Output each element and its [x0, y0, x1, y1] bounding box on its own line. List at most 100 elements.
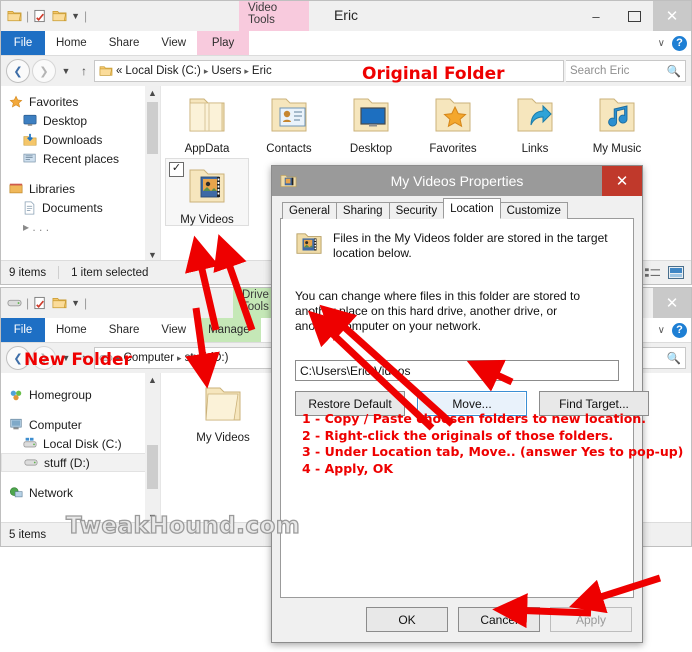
- search-icon[interactable]: 🔍: [667, 64, 681, 78]
- properties-icon[interactable]: [33, 296, 48, 310]
- breadcrumb-separator[interactable]: ▸: [244, 66, 249, 77]
- tab-file[interactable]: File: [1, 318, 45, 342]
- view-buttons-top[interactable]: [643, 264, 685, 281]
- tab-location[interactable]: Location: [443, 198, 501, 219]
- breadcrumb-separator[interactable]: ▸: [177, 353, 182, 364]
- cancel-button[interactable]: Cancel: [458, 607, 540, 632]
- nav-pane-scrollbar-bottom[interactable]: ▲ ▼: [145, 373, 160, 524]
- tab-home[interactable]: Home: [45, 318, 98, 342]
- nav-item-computer[interactable]: Computer: [1, 415, 160, 434]
- help-icon[interactable]: ?: [672, 322, 687, 338]
- nav-item-local-disk-c[interactable]: Local Disk (C:): [1, 434, 160, 453]
- ribbon-right-controls-bottom[interactable]: ∨ ?: [658, 318, 687, 342]
- tab-security[interactable]: Security: [388, 202, 445, 219]
- nav-item-desktop[interactable]: Desktop: [1, 111, 160, 130]
- breadcrumb-item-stuff-d[interactable]: stuff (D:): [185, 352, 229, 364]
- tab-customize[interactable]: Customize: [499, 202, 568, 219]
- file-tile[interactable]: Contacts: [247, 92, 331, 155]
- file-label: My Videos: [196, 432, 250, 444]
- details-view-icon[interactable]: [643, 264, 661, 281]
- tab-view[interactable]: View: [150, 318, 197, 342]
- breadcrumb-item-users[interactable]: Users: [211, 65, 241, 77]
- scrollbar-thumb[interactable]: [147, 102, 158, 154]
- tab-share[interactable]: Share: [98, 31, 151, 55]
- file-label: AppData: [184, 143, 230, 155]
- breadcrumb-item-eric[interactable]: Eric: [252, 65, 272, 77]
- file-tile-my-videos[interactable]: ✓ My Videos: [165, 158, 249, 226]
- up-button[interactable]: ↑: [76, 60, 92, 82]
- nav-item-label: Favorites: [29, 94, 79, 109]
- homegroup-icon: [10, 390, 22, 400]
- file-tile[interactable]: Favorites: [411, 92, 495, 155]
- annotation-step-3: 3 - Under Location tab, Move.. (answer Y…: [302, 444, 684, 459]
- apply-button[interactable]: Apply: [550, 607, 632, 632]
- new-folder-icon[interactable]: [52, 296, 67, 310]
- folder-music-icon: [599, 98, 635, 132]
- close-button[interactable]: ✕: [653, 1, 691, 31]
- nav-item-homegroup[interactable]: Homegroup: [1, 385, 160, 404]
- breadcrumb-item-local-disk[interactable]: Local Disk (C:): [125, 65, 200, 77]
- ribbon-right-controls-top[interactable]: ∨ ?: [658, 31, 687, 55]
- file-tile[interactable]: Links: [493, 92, 577, 155]
- breadcrumb-separator[interactable]: ▸: [204, 66, 209, 77]
- screenshot-root: | ▼ | Video Tools Eric – ✕ File Home Sha…: [0, 0, 692, 652]
- file-tile-my-videos-new[interactable]: My Videos: [181, 381, 265, 444]
- nav-item-libraries[interactable]: Libraries: [1, 179, 160, 198]
- nav-item-documents[interactable]: Documents: [1, 198, 160, 217]
- location-explanation: You can change where files in this folde…: [295, 289, 581, 333]
- scroll-up-arrow-icon[interactable]: ▲: [145, 86, 160, 100]
- breadcrumb-overflow[interactable]: «: [116, 65, 122, 77]
- tab-manage[interactable]: Manage: [197, 318, 261, 342]
- nav-item-downloads[interactable]: Downloads: [1, 130, 160, 149]
- maximize-button[interactable]: [615, 1, 653, 31]
- scrollbar-thumb[interactable]: [147, 445, 158, 489]
- tab-share[interactable]: Share: [98, 318, 151, 342]
- window-controls-bottom[interactable]: ✕: [653, 288, 691, 318]
- annotation-step-1: 1 - Copy / Paste choosen folders to new …: [302, 411, 646, 426]
- folder-videos-icon: [296, 233, 322, 254]
- window-controls-top[interactable]: – ✕: [577, 1, 691, 31]
- folder-favorites-icon: [435, 98, 471, 132]
- file-tile[interactable]: Desktop: [329, 92, 413, 155]
- tab-general[interactable]: General: [282, 202, 337, 219]
- minimize-button[interactable]: –: [577, 1, 615, 31]
- file-label: My Music: [592, 143, 642, 155]
- status-item-count: 9 items: [9, 266, 47, 279]
- selection-checkbox[interactable]: ✓: [169, 162, 184, 177]
- tab-sharing[interactable]: Sharing: [335, 202, 390, 219]
- tab-view[interactable]: View: [150, 31, 197, 55]
- search-input[interactable]: Search Eric 🔍: [566, 60, 686, 82]
- nav-item-more[interactable]: ▸ . . .: [1, 217, 160, 236]
- nav-pane-scrollbar-top[interactable]: ▲ ▼: [145, 86, 160, 262]
- recent-locations-icon[interactable]: ▼: [58, 60, 74, 82]
- folder-desktop-icon: [353, 98, 389, 132]
- dialog-close-button[interactable]: ✕: [602, 166, 642, 196]
- tab-home[interactable]: Home: [45, 31, 98, 55]
- tab-file[interactable]: File: [1, 31, 45, 55]
- drive-icon[interactable]: [7, 296, 22, 310]
- chevron-down-icon[interactable]: ∨: [658, 38, 665, 49]
- location-path-input[interactable]: C:\Users\Eric\Videos: [295, 360, 619, 381]
- search-placeholder: Search Eric: [570, 65, 630, 77]
- chevron-down-icon[interactable]: ∨: [658, 325, 665, 336]
- nav-item-network[interactable]: Network: [1, 483, 160, 502]
- dialog-inner: General Sharing Security Location Custom…: [280, 198, 649, 598]
- tab-play[interactable]: Play: [197, 31, 250, 55]
- scroll-up-arrow-icon[interactable]: ▲: [145, 373, 160, 387]
- forward-button[interactable]: ❯: [32, 59, 56, 83]
- close-button[interactable]: ✕: [653, 288, 691, 318]
- location-description: Files in the My Videos folder are stored…: [333, 231, 608, 260]
- search-icon[interactable]: 🔍: [667, 351, 681, 365]
- nav-item-favorites[interactable]: Favorites: [1, 92, 160, 111]
- file-tile[interactable]: AppData: [165, 92, 249, 155]
- nav-item-recent-places[interactable]: Recent places: [1, 149, 160, 168]
- nav-item-stuff-d[interactable]: stuff (D:): [1, 453, 152, 472]
- large-icons-view-icon[interactable]: [667, 264, 685, 281]
- quick-access-toolbar-bottom[interactable]: | ▼ |: [7, 293, 87, 313]
- status-item-count: 5 items: [9, 528, 47, 541]
- file-tile[interactable]: My Music: [575, 92, 659, 155]
- help-icon[interactable]: ?: [672, 35, 687, 51]
- back-button[interactable]: ❮: [6, 59, 30, 83]
- ok-button[interactable]: OK: [366, 607, 448, 632]
- dropdown-arrow-icon[interactable]: ▼: [71, 298, 80, 308]
